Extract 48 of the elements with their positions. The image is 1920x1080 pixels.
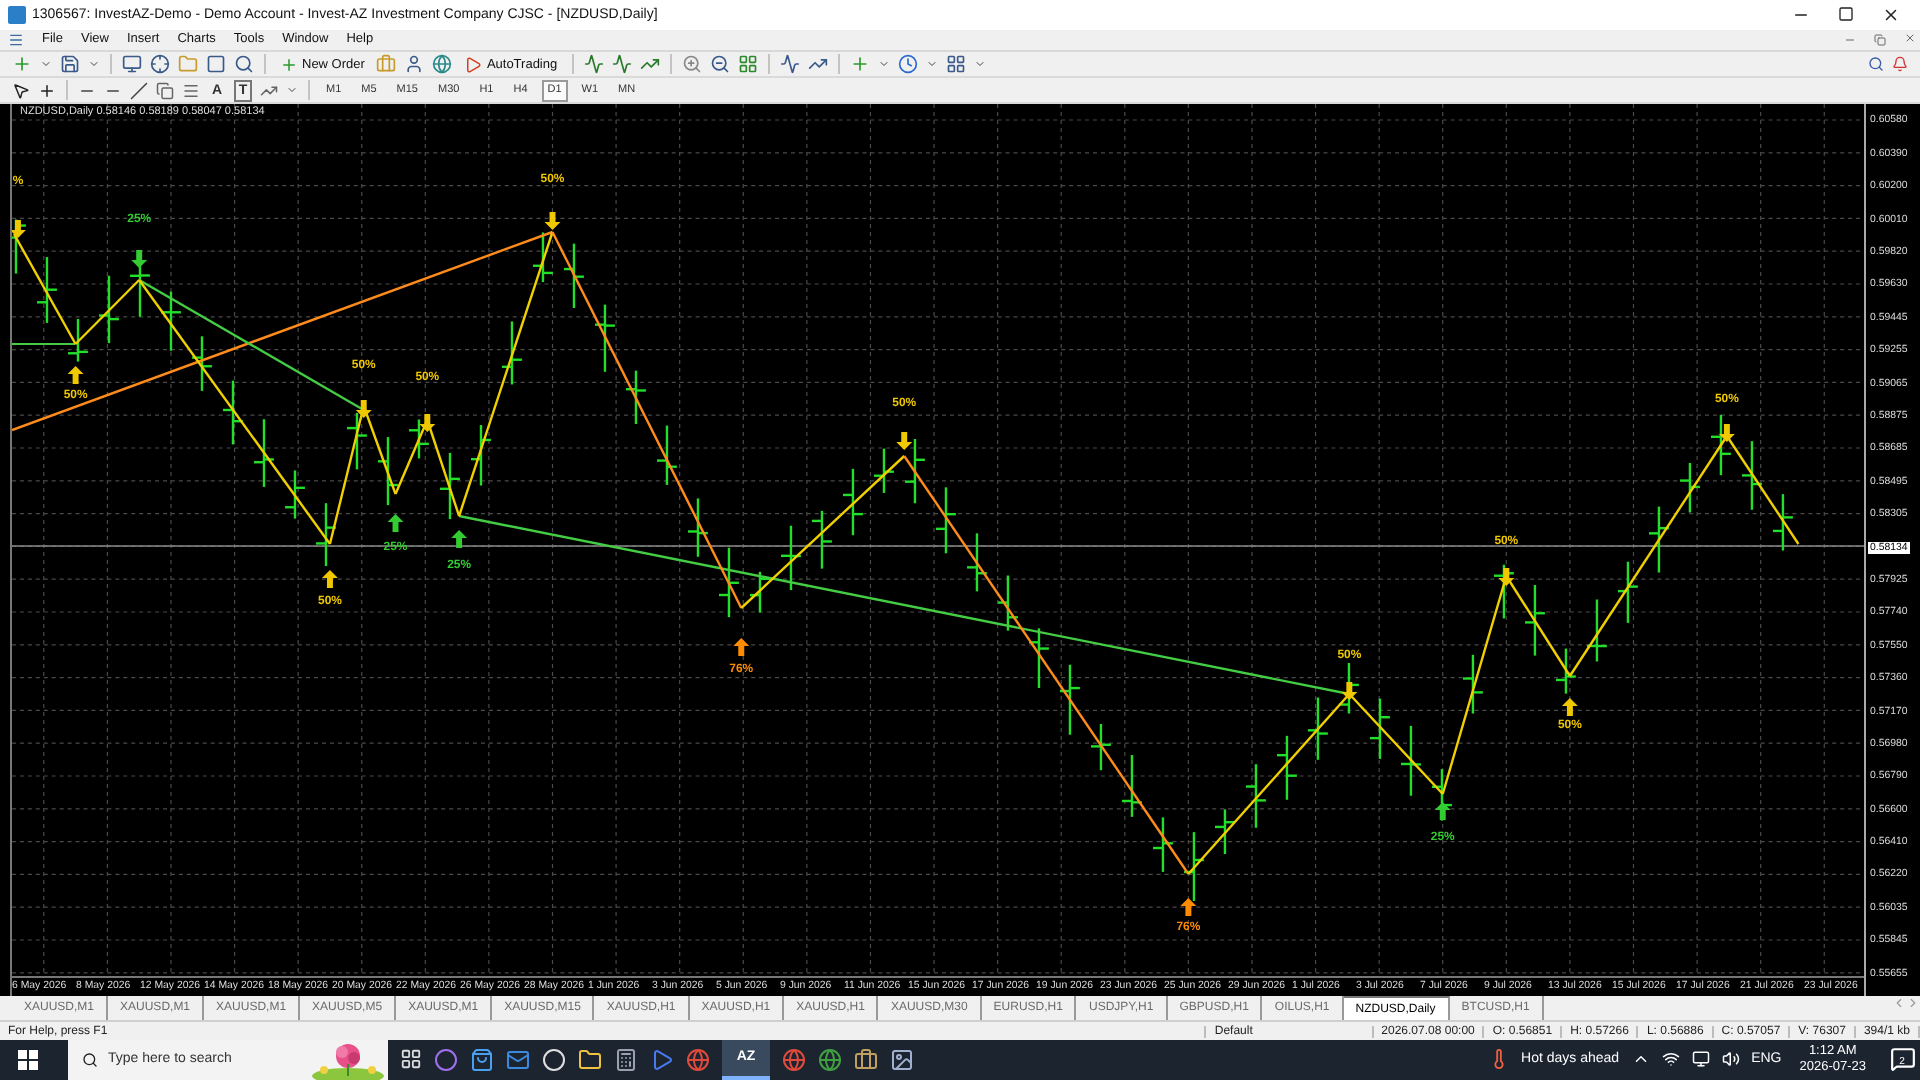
chart-line-icon[interactable] [779, 54, 800, 75]
globe-icon[interactable] [432, 54, 453, 75]
restore-icon[interactable] [1874, 33, 1886, 46]
play-icon[interactable] [650, 1047, 674, 1072]
globe-icon[interactable] [686, 1047, 710, 1072]
grid-icon[interactable] [945, 54, 966, 75]
image-icon[interactable] [890, 1047, 914, 1072]
channel-icon[interactable] [156, 81, 174, 100]
square-icon[interactable] [206, 54, 226, 75]
plus-icon [280, 55, 298, 74]
user-icon[interactable] [404, 54, 425, 75]
mail-icon[interactable] [506, 1047, 530, 1072]
task-view-icon[interactable] [400, 1048, 422, 1071]
globe-icon[interactable] [782, 1047, 806, 1072]
network-icon[interactable] [1661, 1050, 1680, 1069]
trend-icon[interactable] [807, 54, 828, 75]
zoom-in-icon[interactable] [681, 54, 702, 75]
calculator-icon[interactable] [614, 1047, 638, 1072]
zoom-out-icon[interactable] [709, 54, 730, 75]
search-icon[interactable] [234, 54, 254, 75]
windows-logo-icon[interactable] [18, 1049, 38, 1070]
app-logo-icon [8, 5, 26, 24]
play-icon [464, 55, 483, 74]
arrow-tool-icon[interactable] [260, 81, 278, 100]
trend-icon[interactable] [639, 54, 660, 75]
chart-line-icon[interactable] [611, 54, 632, 75]
bell-icon[interactable] [1892, 56, 1908, 73]
grid-icon[interactable] [737, 54, 758, 75]
globe-icon[interactable] [818, 1047, 842, 1072]
crosshair-icon[interactable] [150, 54, 170, 75]
clock-icon[interactable] [897, 54, 918, 75]
crosshair-icon[interactable] [38, 81, 56, 100]
display-icon[interactable] [1691, 1050, 1710, 1069]
monitor-icon[interactable] [122, 54, 142, 75]
cursor-icon[interactable] [12, 81, 30, 100]
chart-line-icon[interactable] [583, 54, 604, 75]
close-icon[interactable] [1882, 5, 1900, 24]
menu-icon[interactable] [8, 31, 24, 48]
search-icon [82, 1051, 98, 1068]
plus-icon[interactable] [849, 54, 870, 75]
save-icon[interactable] [60, 54, 80, 75]
maximize-icon[interactable] [1838, 6, 1854, 23]
diagonal-line-icon[interactable] [130, 81, 148, 100]
search-icon[interactable] [1868, 56, 1884, 73]
bag-icon[interactable] [470, 1047, 494, 1072]
speaker-icon[interactable] [1721, 1050, 1740, 1069]
briefcase-icon[interactable] [854, 1047, 878, 1072]
folder-icon[interactable] [578, 1047, 602, 1072]
